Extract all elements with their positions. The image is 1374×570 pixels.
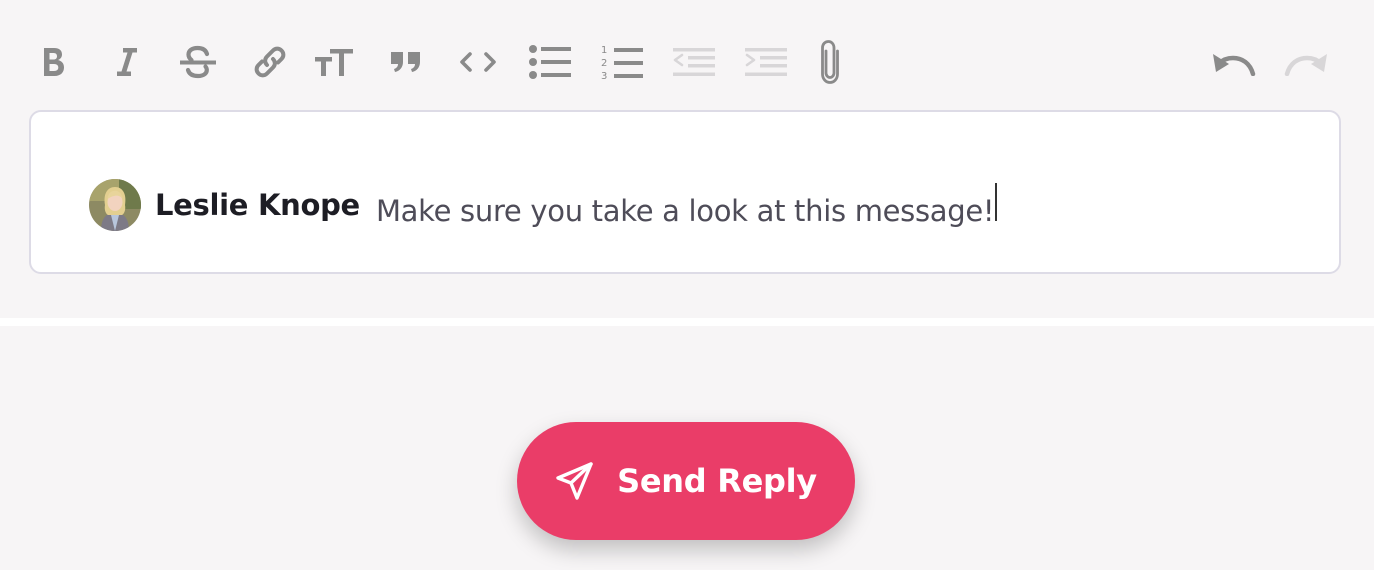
bullet-list-icon bbox=[529, 45, 571, 79]
strikethrough-button[interactable] bbox=[174, 38, 222, 86]
attachment-icon bbox=[821, 40, 839, 84]
editor-panel: 1 2 3 Leslie Knope Make sure you take a … bbox=[0, 0, 1374, 318]
paper-plane-icon bbox=[556, 462, 593, 500]
formatting-toolbar: 1 2 3 bbox=[0, 0, 1374, 110]
list-number-2: 2 bbox=[601, 58, 607, 69]
bold-icon bbox=[44, 48, 64, 76]
message-editor[interactable]: Leslie Knope Make sure you take a look a… bbox=[29, 110, 1341, 274]
bold-button[interactable] bbox=[30, 38, 78, 86]
undo-button[interactable] bbox=[1210, 38, 1258, 86]
mention-name[interactable]: Leslie Knope bbox=[155, 188, 360, 222]
list-number-1: 1 bbox=[601, 45, 607, 56]
message-text: Make sure you take a look at this messag… bbox=[375, 182, 998, 228]
editor-content: Leslie Knope Make sure you take a look a… bbox=[89, 178, 998, 232]
quote-icon bbox=[391, 52, 420, 72]
decrease-indent-icon bbox=[673, 48, 715, 76]
send-reply-button[interactable]: Send Reply bbox=[517, 422, 855, 540]
italic-button[interactable] bbox=[102, 38, 150, 86]
message-text-content: Make sure you take a look at this messag… bbox=[375, 193, 995, 228]
code-icon bbox=[460, 52, 496, 72]
attachment-button[interactable] bbox=[806, 38, 854, 86]
quote-button[interactable] bbox=[382, 38, 430, 86]
increase-indent-icon bbox=[745, 48, 787, 76]
numbered-list-icon: 1 2 3 bbox=[601, 45, 643, 80]
heading-button[interactable] bbox=[310, 38, 358, 86]
list-number-3: 3 bbox=[601, 71, 607, 80]
decrease-indent-button[interactable] bbox=[670, 38, 718, 86]
redo-button[interactable] bbox=[1282, 38, 1330, 86]
link-button[interactable] bbox=[246, 38, 294, 86]
bullet-list-button[interactable] bbox=[526, 38, 574, 86]
send-reply-label: Send Reply bbox=[617, 462, 817, 500]
text-caret bbox=[995, 182, 998, 221]
italic-icon bbox=[117, 48, 137, 76]
user-avatar bbox=[89, 179, 141, 231]
strikethrough-icon bbox=[180, 45, 216, 79]
code-button[interactable] bbox=[454, 38, 502, 86]
heading-icon bbox=[315, 49, 353, 76]
undo-icon bbox=[1213, 54, 1256, 76]
redo-icon bbox=[1284, 54, 1327, 76]
increase-indent-button[interactable] bbox=[742, 38, 790, 86]
numbered-list-button[interactable]: 1 2 3 bbox=[598, 38, 646, 86]
link-icon bbox=[254, 46, 286, 78]
